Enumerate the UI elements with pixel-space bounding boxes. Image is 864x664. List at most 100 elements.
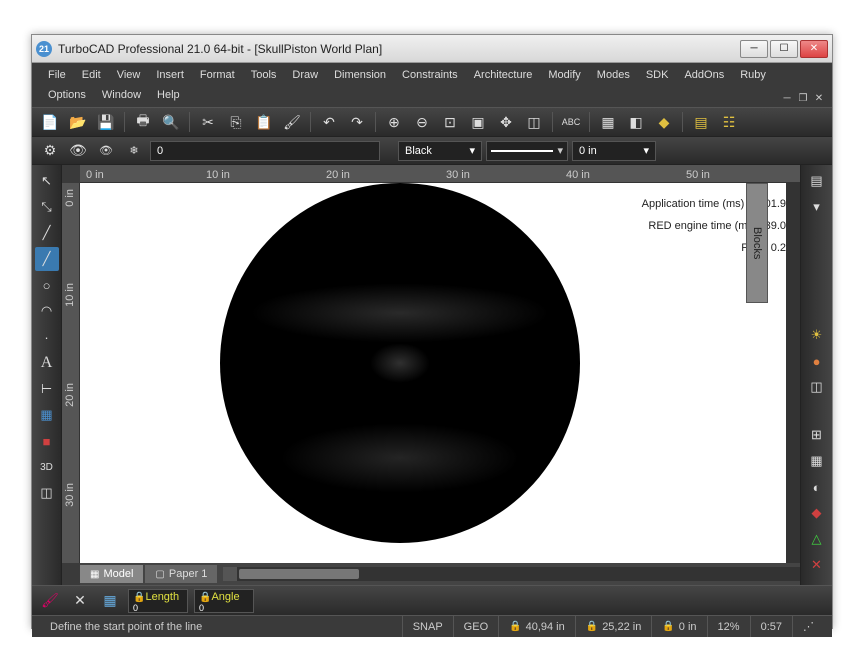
select-edit-icon[interactable]: ⤡ <box>35 195 59 219</box>
menu-addons[interactable]: AddOns <box>676 67 732 83</box>
format-painter-icon[interactable]: 🖌 <box>280 110 304 134</box>
mdi-minimize-button[interactable]: ─ <box>780 91 794 105</box>
new-icon[interactable]: 📄 <box>38 110 62 134</box>
line-icon[interactable]: ╱ <box>35 221 59 245</box>
text-style-icon[interactable]: ABC <box>559 110 583 134</box>
properties-toolbar: ⚙ 👁 👁 ❄ Black▾ ▾ 0 in▾ <box>32 137 832 165</box>
length-field[interactable]: 🔒Length 0 <box>128 589 188 613</box>
menu-sdk[interactable]: SDK <box>638 67 677 83</box>
sun-icon[interactable]: ● <box>805 349 829 373</box>
open-icon[interactable]: 📂 <box>66 110 90 134</box>
menu-architecture[interactable]: Architecture <box>466 67 541 83</box>
save-icon[interactable]: 💾 <box>94 110 118 134</box>
select-icon[interactable]: ↖ <box>35 169 59 193</box>
mdi-close-button[interactable]: ✕ <box>812 91 826 105</box>
vertical-scrollbar[interactable] <box>786 183 800 563</box>
palette-toggle-icon[interactable]: ▤ <box>805 169 829 193</box>
redo-icon[interactable]: ↷ <box>345 110 369 134</box>
pan-icon[interactable]: ✥ <box>494 110 518 134</box>
horizontal-ruler: 0 in 10 in 20 in 30 in 40 in 50 in <box>80 165 800 183</box>
layer-input[interactable] <box>150 141 380 161</box>
cut-icon[interactable]: ✂ <box>196 110 220 134</box>
linetype-select[interactable]: ▾ <box>486 141 568 161</box>
menu-edit[interactable]: Edit <box>74 67 109 83</box>
gear-icon[interactable]: ⚙ <box>38 139 62 163</box>
midpoint-icon[interactable]: △ <box>805 527 829 551</box>
app-window: 21 TurboCAD Professional 21.0 64-bit - [… <box>31 34 833 629</box>
ortho-icon[interactable]: ◐ <box>805 475 829 499</box>
menu-view[interactable]: View <box>109 67 149 83</box>
endpoint-icon[interactable]: ◆ <box>805 501 829 525</box>
freeze-icon[interactable]: ❄ <box>122 139 146 163</box>
layer-toggle-icon[interactable]: 👁 <box>66 139 90 163</box>
copy-icon[interactable]: ⎘ <box>224 110 248 134</box>
light-icon[interactable]: ☀ <box>805 323 829 347</box>
menu-options[interactable]: Options <box>40 87 94 103</box>
hatch-tool-icon[interactable]: ▦ <box>35 403 59 427</box>
menu-insert[interactable]: Insert <box>148 67 192 83</box>
arc-icon[interactable]: ◠ <box>35 299 59 323</box>
lineweight-select[interactable]: 0 in▾ <box>572 141 656 161</box>
menu-modify[interactable]: Modify <box>540 67 588 83</box>
camera-icon[interactable]: ◫ <box>805 375 829 399</box>
3d-icon[interactable]: 3D <box>35 455 59 479</box>
mdi-restore-button[interactable]: ❐ <box>796 91 810 105</box>
chevron-down-icon[interactable]: ▾ <box>805 195 829 219</box>
dimension-icon[interactable]: ⊢ <box>35 377 59 401</box>
solid-icon[interactable]: ■ <box>35 429 59 453</box>
circle-icon[interactable]: ○ <box>35 273 59 297</box>
blocks-panel-tab[interactable]: Blocks <box>746 183 768 303</box>
maximize-button[interactable]: ☐ <box>770 40 798 58</box>
menu-dimension[interactable]: Dimension <box>326 67 394 83</box>
grid-icon[interactable]: ▦ <box>805 449 829 473</box>
print-icon[interactable]: 🖶 <box>131 110 155 134</box>
snap-icon[interactable]: ⊞ <box>805 423 829 447</box>
polyline-icon[interactable]: ╱ <box>35 247 59 271</box>
menu-file[interactable]: File <box>40 67 74 83</box>
menu-modes[interactable]: Modes <box>589 67 638 83</box>
angle-field[interactable]: 🔒Angle 0 <box>194 589 254 613</box>
color-select[interactable]: Black▾ <box>398 141 482 161</box>
zoom-level[interactable]: 12% <box>707 616 750 637</box>
hatch-icon[interactable]: ▦ <box>596 110 620 134</box>
menu-tools[interactable]: Tools <box>243 67 285 83</box>
horizontal-scrollbar[interactable] <box>223 567 800 581</box>
eye-icon[interactable]: 👁 <box>94 139 118 163</box>
point-icon[interactable]: · <box>35 325 59 349</box>
calendar-icon[interactable]: ▦ <box>98 589 122 613</box>
cancel-icon[interactable]: ✕ <box>805 553 829 577</box>
menu-constraints[interactable]: Constraints <box>394 67 466 83</box>
text-icon[interactable]: A <box>35 351 59 375</box>
undo-icon[interactable]: ↶ <box>317 110 341 134</box>
resize-grip-icon[interactable]: ⋰ <box>792 616 824 637</box>
minimize-button[interactable]: ─ <box>740 40 768 58</box>
zoom-in-icon[interactable]: ⊕ <box>382 110 406 134</box>
menu-help[interactable]: Help <box>149 87 188 103</box>
close-button[interactable]: ✕ <box>800 40 828 58</box>
drawing-canvas[interactable]: Application time (ms)6001.9 RED engine t… <box>80 183 800 563</box>
menu-format[interactable]: Format <box>192 67 243 83</box>
menu-draw[interactable]: Draw <box>284 67 326 83</box>
zoom-out-icon[interactable]: ⊖ <box>410 110 434 134</box>
drawing-object[interactable] <box>220 183 580 543</box>
close-panel-icon[interactable]: ✕ <box>68 589 92 613</box>
box-icon[interactable]: ◫ <box>35 481 59 505</box>
print-preview-icon[interactable]: 🔍 <box>159 110 183 134</box>
materials-icon[interactable]: ◧ <box>624 110 648 134</box>
zoom-fit-icon[interactable]: ⊡ <box>438 110 462 134</box>
zoom-window-icon[interactable]: ▣ <box>466 110 490 134</box>
menu-ruby[interactable]: Ruby <box>732 67 774 83</box>
paste-icon[interactable]: 📋 <box>252 110 276 134</box>
render-icon[interactable]: ◆ <box>652 110 676 134</box>
snap-toggle[interactable]: SNAP <box>402 616 453 637</box>
scale-level[interactable]: 0:57 <box>750 616 792 637</box>
properties-icon[interactable]: ☷ <box>717 110 741 134</box>
geo-toggle[interactable]: GEO <box>453 616 498 637</box>
menu-window[interactable]: Window <box>94 87 149 103</box>
tab-model[interactable]: ▦ Model <box>80 565 143 583</box>
layers-icon[interactable]: ▤ <box>689 110 713 134</box>
canvas-area: 0 in 10 in 20 in 30 in 40 in 50 in 0 in … <box>62 165 800 585</box>
view-icon[interactable]: ◫ <box>522 110 546 134</box>
tab-paper1[interactable]: ▢ Paper 1 <box>145 565 217 583</box>
brush-icon[interactable]: 🖌 <box>38 589 62 613</box>
